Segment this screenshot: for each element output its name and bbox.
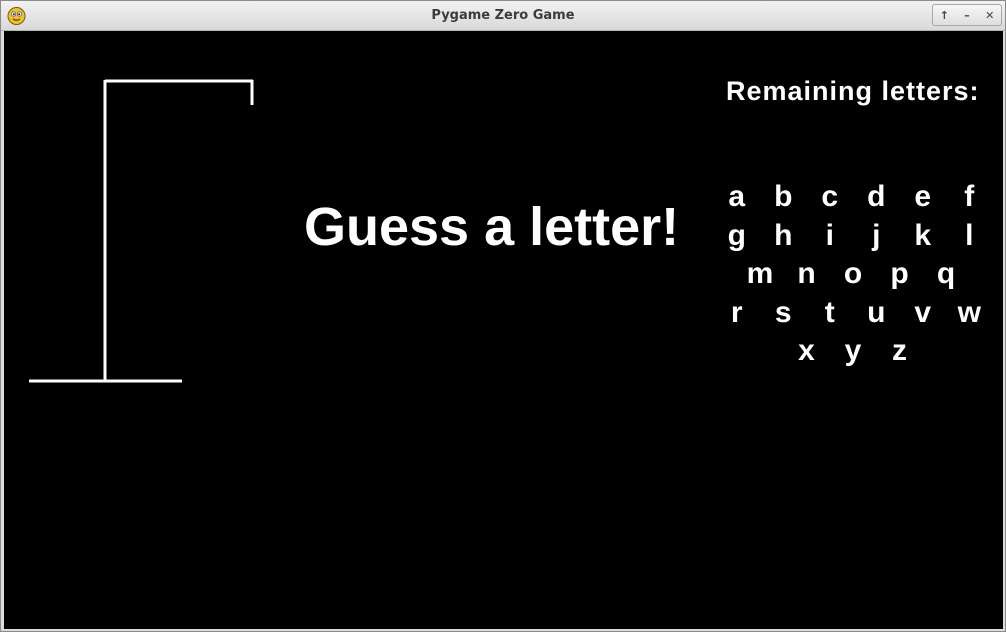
letter-j[interactable]: j	[872, 220, 880, 251]
letter-h[interactable]: h	[774, 220, 792, 251]
letter-n[interactable]: n	[797, 259, 815, 289]
title-bar[interactable]: Pygame Zero Game ↑ – ✕	[1, 1, 1005, 31]
letter-s[interactable]: s	[775, 297, 792, 328]
letter-o[interactable]: o	[844, 259, 862, 289]
letter-k[interactable]: k	[914, 220, 931, 251]
remaining-letters-grid: abcde f gh i j k l mnopq r s t uvw xyz	[4, 31, 1003, 629]
letter-v[interactable]: v	[914, 297, 931, 328]
letter-u[interactable]: u	[867, 297, 885, 328]
close-button[interactable]: ✕	[978, 5, 1001, 25]
letter-d[interactable]: d	[867, 182, 885, 212]
letter-t[interactable]: t	[825, 297, 835, 328]
letter-l[interactable]: l	[965, 220, 973, 251]
letter-m[interactable]: m	[747, 259, 774, 289]
letter-c[interactable]: c	[821, 182, 838, 212]
letter-z[interactable]: z	[892, 336, 907, 366]
letter-e[interactable]: e	[914, 182, 931, 212]
letter-g[interactable]: g	[728, 220, 746, 251]
letter-p[interactable]: p	[890, 259, 908, 289]
maximize-button[interactable]: ↑	[933, 5, 956, 25]
game-canvas[interactable]: Guess a letter! Remaining letters: abcde…	[4, 31, 1003, 629]
minimize-button[interactable]: –	[956, 5, 979, 25]
letter-b[interactable]: b	[774, 182, 792, 212]
letter-y[interactable]: y	[845, 336, 862, 366]
letter-w[interactable]: w	[958, 297, 981, 328]
game-window: Pygame Zero Game ↑ – ✕ Guess a letter! R…	[0, 0, 1006, 632]
letter-q[interactable]: q	[937, 259, 955, 289]
letter-f[interactable]: f	[964, 182, 974, 212]
window-controls: ↑ – ✕	[932, 4, 1002, 26]
window-title: Pygame Zero Game	[431, 8, 575, 23]
letter-a[interactable]: a	[728, 182, 745, 212]
letter-i[interactable]: i	[826, 220, 834, 251]
letter-x[interactable]: x	[798, 336, 815, 366]
letter-r[interactable]: r	[731, 297, 743, 328]
